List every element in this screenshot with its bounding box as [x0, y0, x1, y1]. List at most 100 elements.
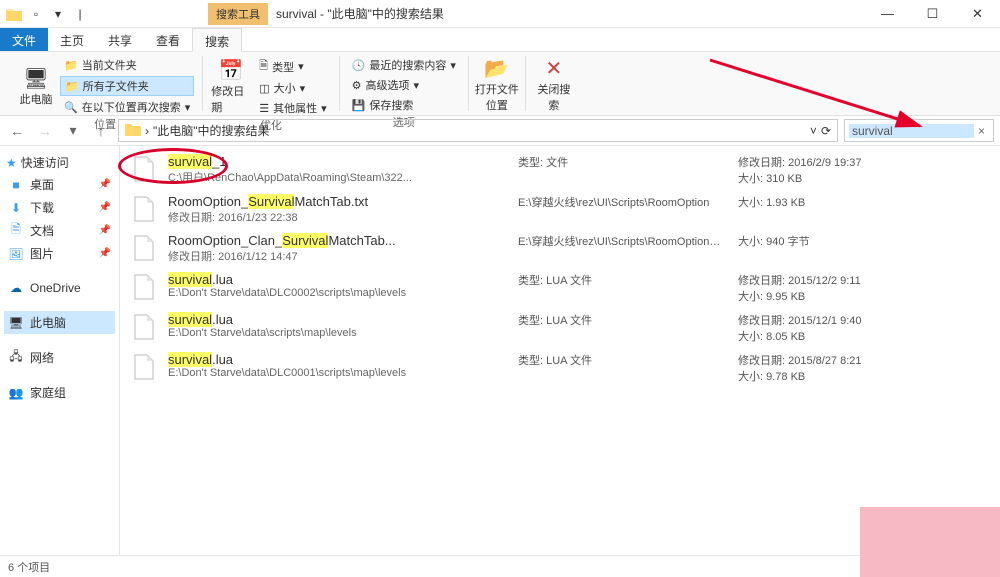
- result-path: 修改日期: 2016/1/23 22:38: [168, 209, 508, 225]
- nav-forward-button[interactable]: →: [34, 120, 56, 142]
- sidebar-item-thispc[interactable]: 🖥此电脑: [4, 311, 115, 334]
- size-filter[interactable]: ◫大小▾: [255, 79, 330, 97]
- result-type: E:\穿越火线\rez\UI\Scripts\RoomOption: [518, 194, 728, 225]
- close-search-button[interactable]: ✕ 关闭搜索: [534, 56, 574, 113]
- tab-share[interactable]: 共享: [96, 28, 144, 51]
- search-tools-contextual-tab[interactable]: 搜索工具: [208, 3, 268, 25]
- result-meta: 修改日期: 2016/2/9 19:37 大小: 310 KB: [738, 154, 918, 186]
- tab-search[interactable]: 搜索: [192, 28, 242, 52]
- navigation-pane: ★快速访问 ■桌面📌 ⬇下载📌 🗎文档📌 🖼图片📌 ☁OneDrive 🖥此电脑…: [0, 146, 120, 555]
- other-props-filter[interactable]: ☰其他属性▾: [255, 99, 330, 117]
- tab-home[interactable]: 主页: [48, 28, 96, 51]
- address-row: ← → ▾ ↑ › "此电脑"中的搜索结果 ˅ ⟳ survival ×: [0, 116, 1000, 146]
- result-path: C:\用户\RenChao\AppData\Roaming\Steam\322.…: [168, 169, 508, 185]
- downloads-icon: ⬇: [8, 200, 24, 216]
- folder-icon: [6, 6, 22, 22]
- sidebar-item-network[interactable]: 🖧网络: [4, 346, 115, 369]
- result-title: survival.lua: [168, 272, 508, 287]
- folder-tree-icon: 📁: [65, 80, 79, 93]
- result-meta: 大小: 940 字节: [738, 233, 918, 264]
- result-type: 类型: LUA 文件: [518, 272, 728, 304]
- address-bar[interactable]: › "此电脑"中的搜索结果 ˅ ⟳: [118, 119, 838, 142]
- current-folder-option[interactable]: 📁当前文件夹: [60, 56, 194, 74]
- pin-icon: 📌: [99, 202, 111, 213]
- pc-icon: 🖥: [8, 315, 24, 331]
- pink-overlay: [860, 507, 1000, 577]
- documents-icon: 🗎: [8, 223, 24, 239]
- address-text: "此电脑"中的搜索结果: [153, 122, 806, 139]
- file-icon: [130, 352, 158, 384]
- all-subfolders-option[interactable]: 📁所有子文件夹: [60, 76, 194, 96]
- advanced-icon: ⚙: [352, 79, 362, 92]
- result-row[interactable]: RoomOption_Clan_SurvivalMatchTab... 修改日期…: [120, 229, 1000, 268]
- sidebar-item-pictures[interactable]: 🖼图片📌: [4, 242, 115, 265]
- sidebar-item-documents[interactable]: 🗎文档📌: [4, 219, 115, 242]
- search-again-in-option[interactable]: 🔍在以下位置再次搜索▾: [60, 98, 194, 116]
- result-row[interactable]: survival.lua E:\Don't Starve\data\script…: [120, 308, 1000, 348]
- clear-search-icon[interactable]: ×: [974, 124, 989, 138]
- tab-file[interactable]: 文件: [0, 28, 48, 51]
- this-pc-label: 此电脑: [20, 91, 53, 107]
- save-search[interactable]: 💾保存搜索: [348, 96, 460, 114]
- pin-icon: 📌: [99, 248, 111, 259]
- item-count: 6 个项目: [8, 559, 50, 575]
- minimize-button[interactable]: —: [865, 0, 910, 28]
- breadcrumb-sep: ›: [145, 124, 149, 138]
- file-icon: [130, 272, 158, 304]
- chevron-down-icon: ▾: [414, 79, 420, 92]
- chevron-down-icon: ▾: [185, 101, 191, 114]
- pc-icon: 🖥: [23, 66, 48, 91]
- qat-save-icon[interactable]: ▫: [28, 6, 44, 22]
- result-meta: 修改日期: 2015/12/1 9:40 大小: 8.05 KB: [738, 312, 918, 344]
- folder-small-icon: 📁: [64, 59, 78, 72]
- qat-divider: |: [72, 6, 88, 22]
- result-row[interactable]: survival.lua E:\Don't Starve\data\DLC000…: [120, 268, 1000, 308]
- result-row[interactable]: survival_1 C:\用户\RenChao\AppData\Roaming…: [120, 150, 1000, 190]
- chevron-down-icon: ▾: [450, 59, 456, 72]
- sidebar-item-downloads[interactable]: ⬇下载📌: [4, 196, 115, 219]
- search-input[interactable]: survival ×: [844, 119, 994, 142]
- close-button[interactable]: ✕: [955, 0, 1000, 28]
- advanced-options[interactable]: ⚙高级选项▾: [348, 76, 460, 94]
- refresh-button[interactable]: ⟳: [821, 124, 831, 138]
- result-row[interactable]: survival.lua E:\Don't Starve\data\DLC000…: [120, 348, 1000, 388]
- this-pc-button[interactable]: 🖥 此电脑: [16, 56, 56, 116]
- props-icon: ☰: [259, 102, 269, 115]
- sidebar-item-onedrive[interactable]: ☁OneDrive: [4, 277, 115, 299]
- network-icon: 🖧: [8, 350, 24, 366]
- result-row[interactable]: RoomOption_SurvivalMatchTab.txt 修改日期: 20…: [120, 190, 1000, 229]
- result-type: 类型: LUA 文件: [518, 312, 728, 344]
- tab-view[interactable]: 查看: [144, 28, 192, 51]
- sidebar-item-homegroup[interactable]: 👥家庭组: [4, 381, 115, 404]
- quick-access-header[interactable]: ★快速访问: [4, 152, 115, 173]
- result-meta: 修改日期: 2015/12/2 9:11 大小: 9.95 KB: [738, 272, 918, 304]
- result-title: survival_1: [168, 154, 508, 169]
- qat-dropdown-icon[interactable]: ▾: [50, 6, 66, 22]
- calendar-icon: 📅: [219, 58, 244, 83]
- titlebar: ▫ ▾ | 搜索工具 survival - "此电脑"中的搜索结果 — ☐ ✕: [0, 0, 1000, 28]
- type-icon: 🗎: [259, 57, 268, 76]
- result-type: 类型: 文件: [518, 154, 728, 186]
- nav-up-button[interactable]: ↑: [90, 120, 112, 142]
- modify-date-button[interactable]: 📅 修改日期: [211, 56, 251, 117]
- recent-searches[interactable]: 🕓最近的搜索内容▾: [348, 56, 460, 74]
- maximize-button[interactable]: ☐: [910, 0, 955, 28]
- result-path: E:\Don't Starve\data\DLC0002\scripts\map…: [168, 287, 508, 299]
- pictures-icon: 🖼: [8, 246, 24, 262]
- result-meta: 大小: 1.93 KB: [738, 194, 918, 225]
- address-dropdown-icon[interactable]: ˅: [810, 124, 817, 138]
- address-folder-icon: [125, 122, 141, 139]
- type-filter[interactable]: 🗎类型▾: [255, 56, 330, 77]
- file-icon: [130, 233, 158, 264]
- open-file-location-button[interactable]: 📂 打开文件位置: [477, 56, 517, 113]
- search-query-text: survival: [849, 124, 974, 138]
- desktop-icon: ■: [8, 177, 24, 193]
- results-pane: survival_1 C:\用户\RenChao\AppData\Roaming…: [120, 146, 1000, 555]
- sidebar-item-desktop[interactable]: ■桌面📌: [4, 173, 115, 196]
- file-icon: [130, 154, 158, 186]
- pin-icon: 📌: [99, 225, 111, 236]
- result-type: 类型: LUA 文件: [518, 352, 728, 384]
- nav-back-button[interactable]: ←: [6, 120, 28, 142]
- nav-recent-dropdown[interactable]: ▾: [62, 120, 84, 142]
- chevron-down-icon: ▾: [321, 102, 327, 115]
